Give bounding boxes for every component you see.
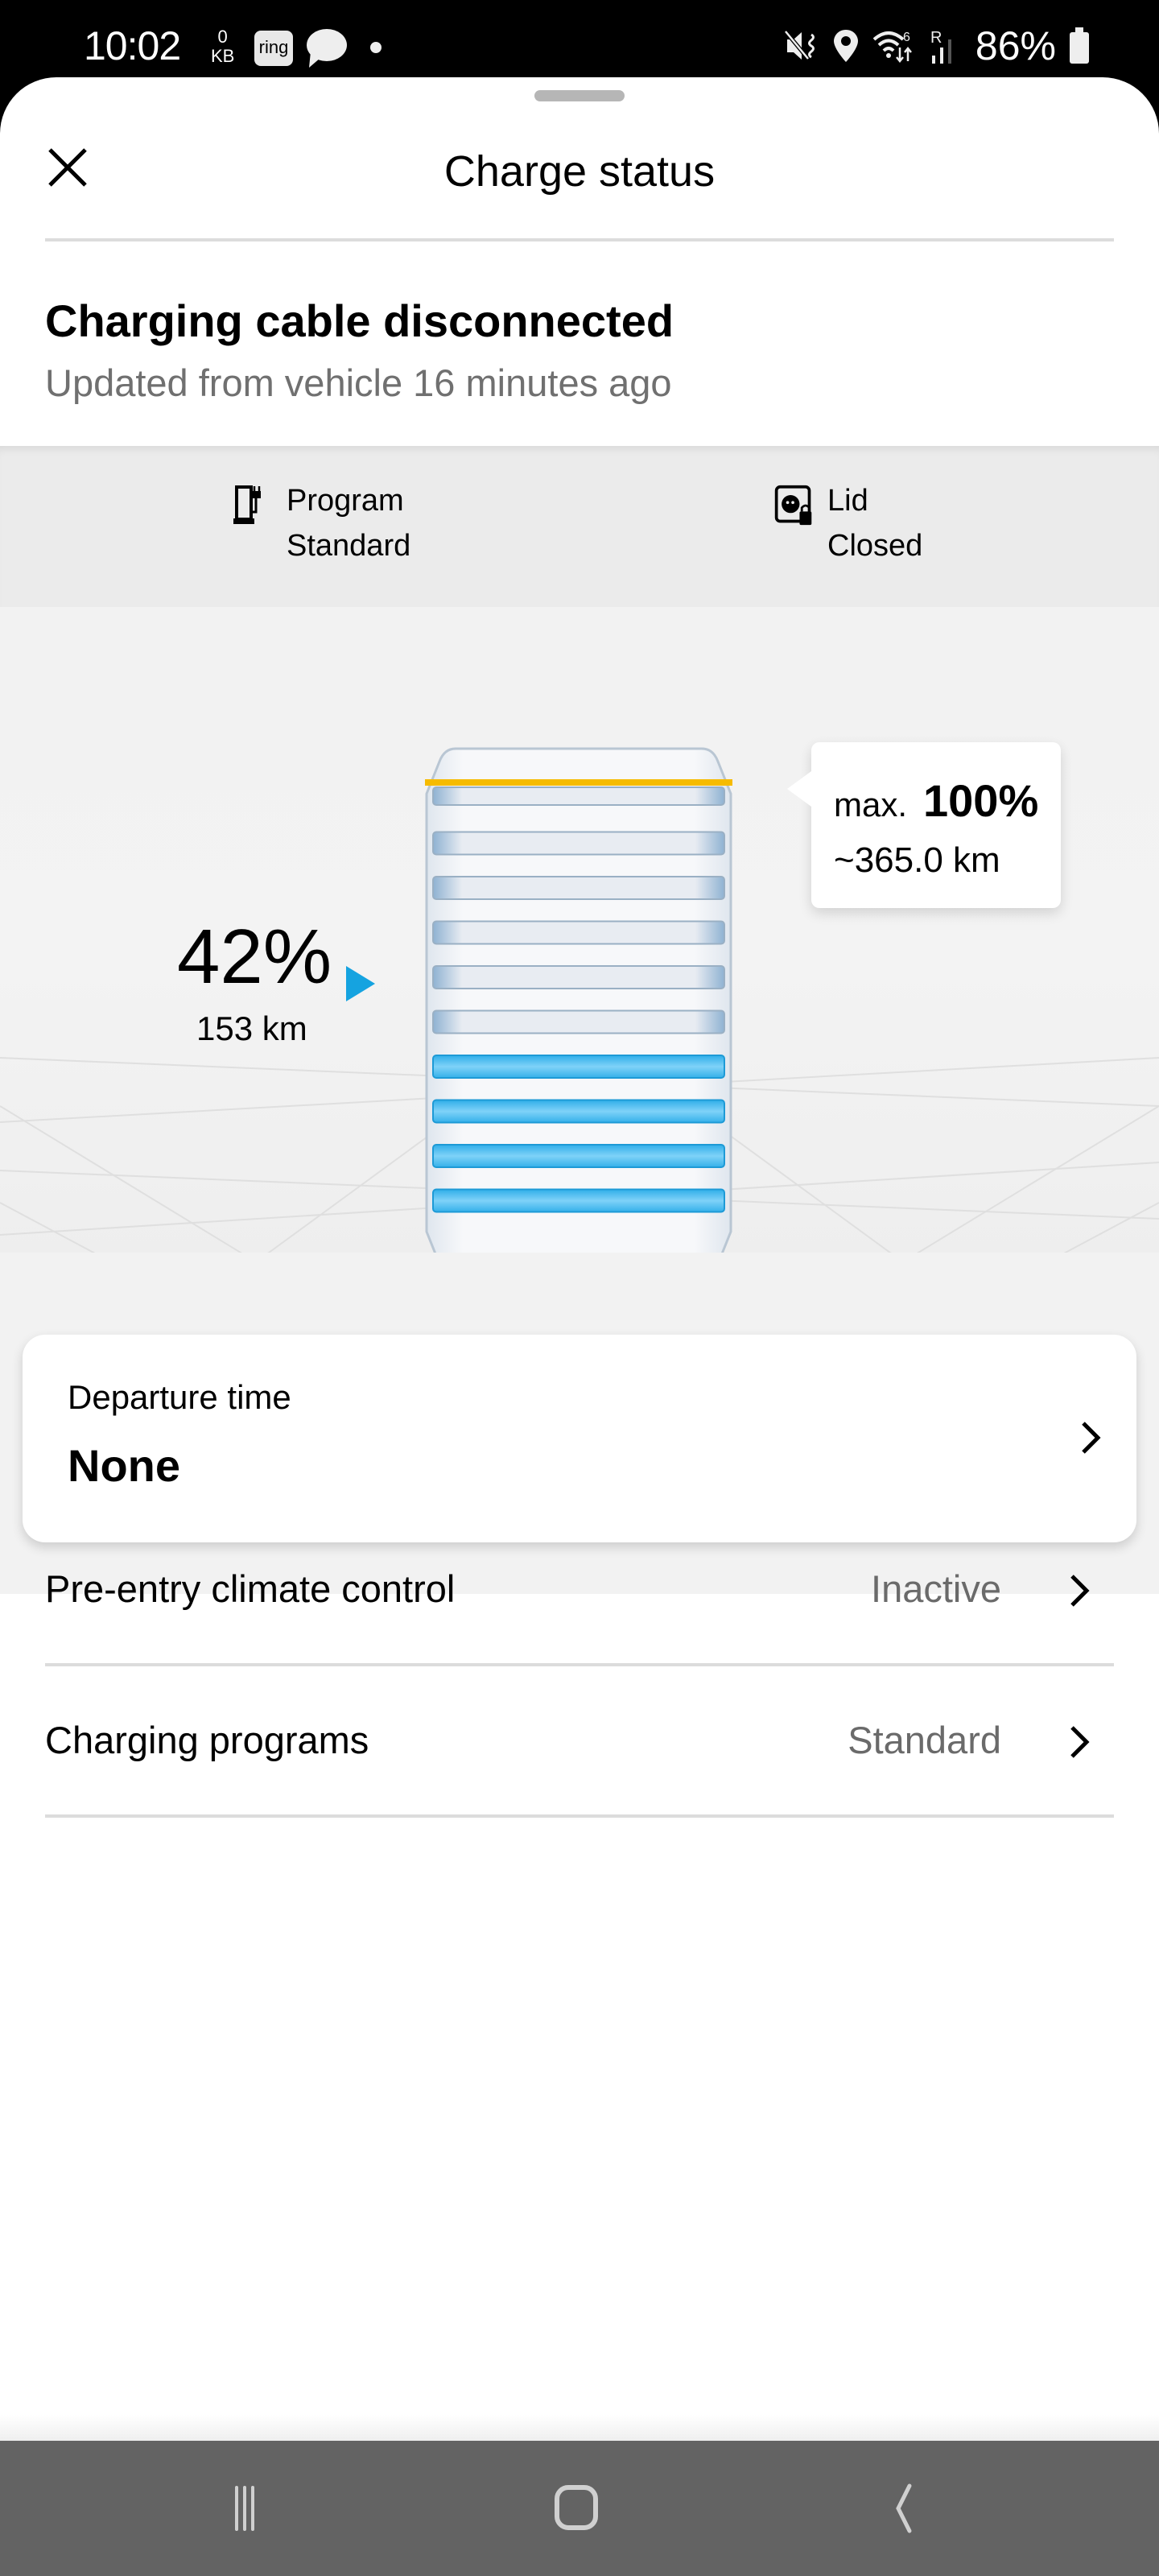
- location-icon: [833, 30, 858, 62]
- max-range: ~365.0 km: [834, 840, 1000, 880]
- charge-status-sheet: Charge status Charging cable disconnecte…: [0, 77, 1159, 2441]
- departure-time-card[interactable]: Departure time None: [23, 1335, 1136, 1542]
- max-charge-percent: 100%: [923, 775, 1039, 826]
- page-title: Charge status: [443, 147, 716, 196]
- charging-programs-label: Charging programs: [45, 1719, 369, 1761]
- charging-status-headline: Charging cable disconnected: [45, 295, 674, 346]
- current-level-indicator-icon: [346, 966, 375, 1001]
- mute-vibrate-icon: [783, 30, 815, 60]
- departure-time-value: None: [68, 1440, 180, 1491]
- battery-percent: 86%: [975, 23, 1056, 68]
- battery-segment-filled: [432, 1144, 725, 1168]
- battery-segment-empty: [432, 876, 725, 900]
- battery-segment-empty: [432, 786, 725, 806]
- data-rate-value: 0: [217, 27, 228, 47]
- home-icon[interactable]: [547, 2479, 612, 2544]
- system-nav-bar: [0, 2441, 1159, 2576]
- battery-icon: [1070, 27, 1089, 64]
- battery-segment-filled: [432, 1188, 725, 1213]
- charge-limit-line: [425, 779, 732, 786]
- svg-text:6: 6: [903, 31, 910, 44]
- max-prefix: max.: [834, 786, 908, 824]
- battery-visualization: 42% 153 km max. 100% ~365.0 km: [0, 607, 1159, 1331]
- sheet-drag-handle[interactable]: [534, 90, 625, 101]
- info-program-label: Program: [287, 484, 404, 518]
- pre-entry-climate-value: Inactive: [871, 1567, 1001, 1610]
- info-program: Program Standard: [232, 478, 410, 568]
- chevron-right-icon: [1070, 1726, 1090, 1758]
- current-charge-percent: 42%: [177, 914, 332, 1000]
- chevron-right-icon: [1070, 1575, 1090, 1607]
- charge-lid-lock-icon: [774, 485, 812, 526]
- status-bar: 10:02 0 KB ring 6 R 86%: [0, 0, 1159, 89]
- pre-entry-climate-label: Pre-entry climate control: [45, 1567, 456, 1610]
- info-program-value: Standard: [287, 529, 411, 563]
- current-range: 153 km: [196, 1009, 307, 1047]
- recent-apps-icon[interactable]: [222, 2479, 287, 2544]
- chat-bubble-icon: [307, 29, 347, 68]
- roaming-signal-icon: R: [930, 29, 951, 64]
- wifi-6-icon: 6: [872, 31, 912, 64]
- data-rate-indicator: 0 KB: [211, 27, 234, 66]
- chevron-right-icon: [1082, 1422, 1101, 1454]
- system-status-icons: 6 R 86%: [783, 23, 1090, 69]
- info-lid: Lid Closed: [773, 478, 922, 568]
- battery-segment-filled: [432, 1099, 725, 1124]
- list-item-charging-programs[interactable]: Charging programs Standard: [45, 1666, 1114, 1818]
- status-time: 10:02: [84, 23, 181, 68]
- dot-icon: [370, 42, 382, 53]
- charge-info-strip: Program Standard Lid Closed: [0, 446, 1159, 607]
- list-divider: [45, 1814, 1114, 1818]
- header-divider: [45, 238, 1114, 242]
- max-charge-tooltip: max. 100% ~365.0 km: [787, 742, 1061, 908]
- back-icon[interactable]: [877, 2479, 942, 2544]
- ring-app-icon: ring: [254, 31, 293, 66]
- last-updated-text: Updated from vehicle 16 minutes ago: [45, 361, 672, 404]
- info-lid-value: Closed: [827, 529, 923, 563]
- svg-text:R: R: [930, 29, 942, 47]
- charging-station-icon: [233, 485, 261, 524]
- battery-segment-empty: [432, 831, 725, 856]
- info-lid-label: Lid: [827, 484, 868, 518]
- battery-segment-empty: [432, 1009, 725, 1034]
- list-item-pre-entry-climate[interactable]: Pre-entry climate control Inactive: [45, 1515, 1114, 1666]
- departure-time-label: Departure time: [68, 1378, 291, 1416]
- data-rate-unit: KB: [211, 46, 235, 66]
- charging-programs-value: Standard: [848, 1719, 1001, 1761]
- battery-segment-filled: [432, 1055, 725, 1079]
- battery-segment-empty: [432, 965, 725, 989]
- battery-graphic: [425, 747, 732, 1278]
- battery-segment-empty: [432, 920, 725, 945]
- bottom-fade: [0, 2415, 1159, 2441]
